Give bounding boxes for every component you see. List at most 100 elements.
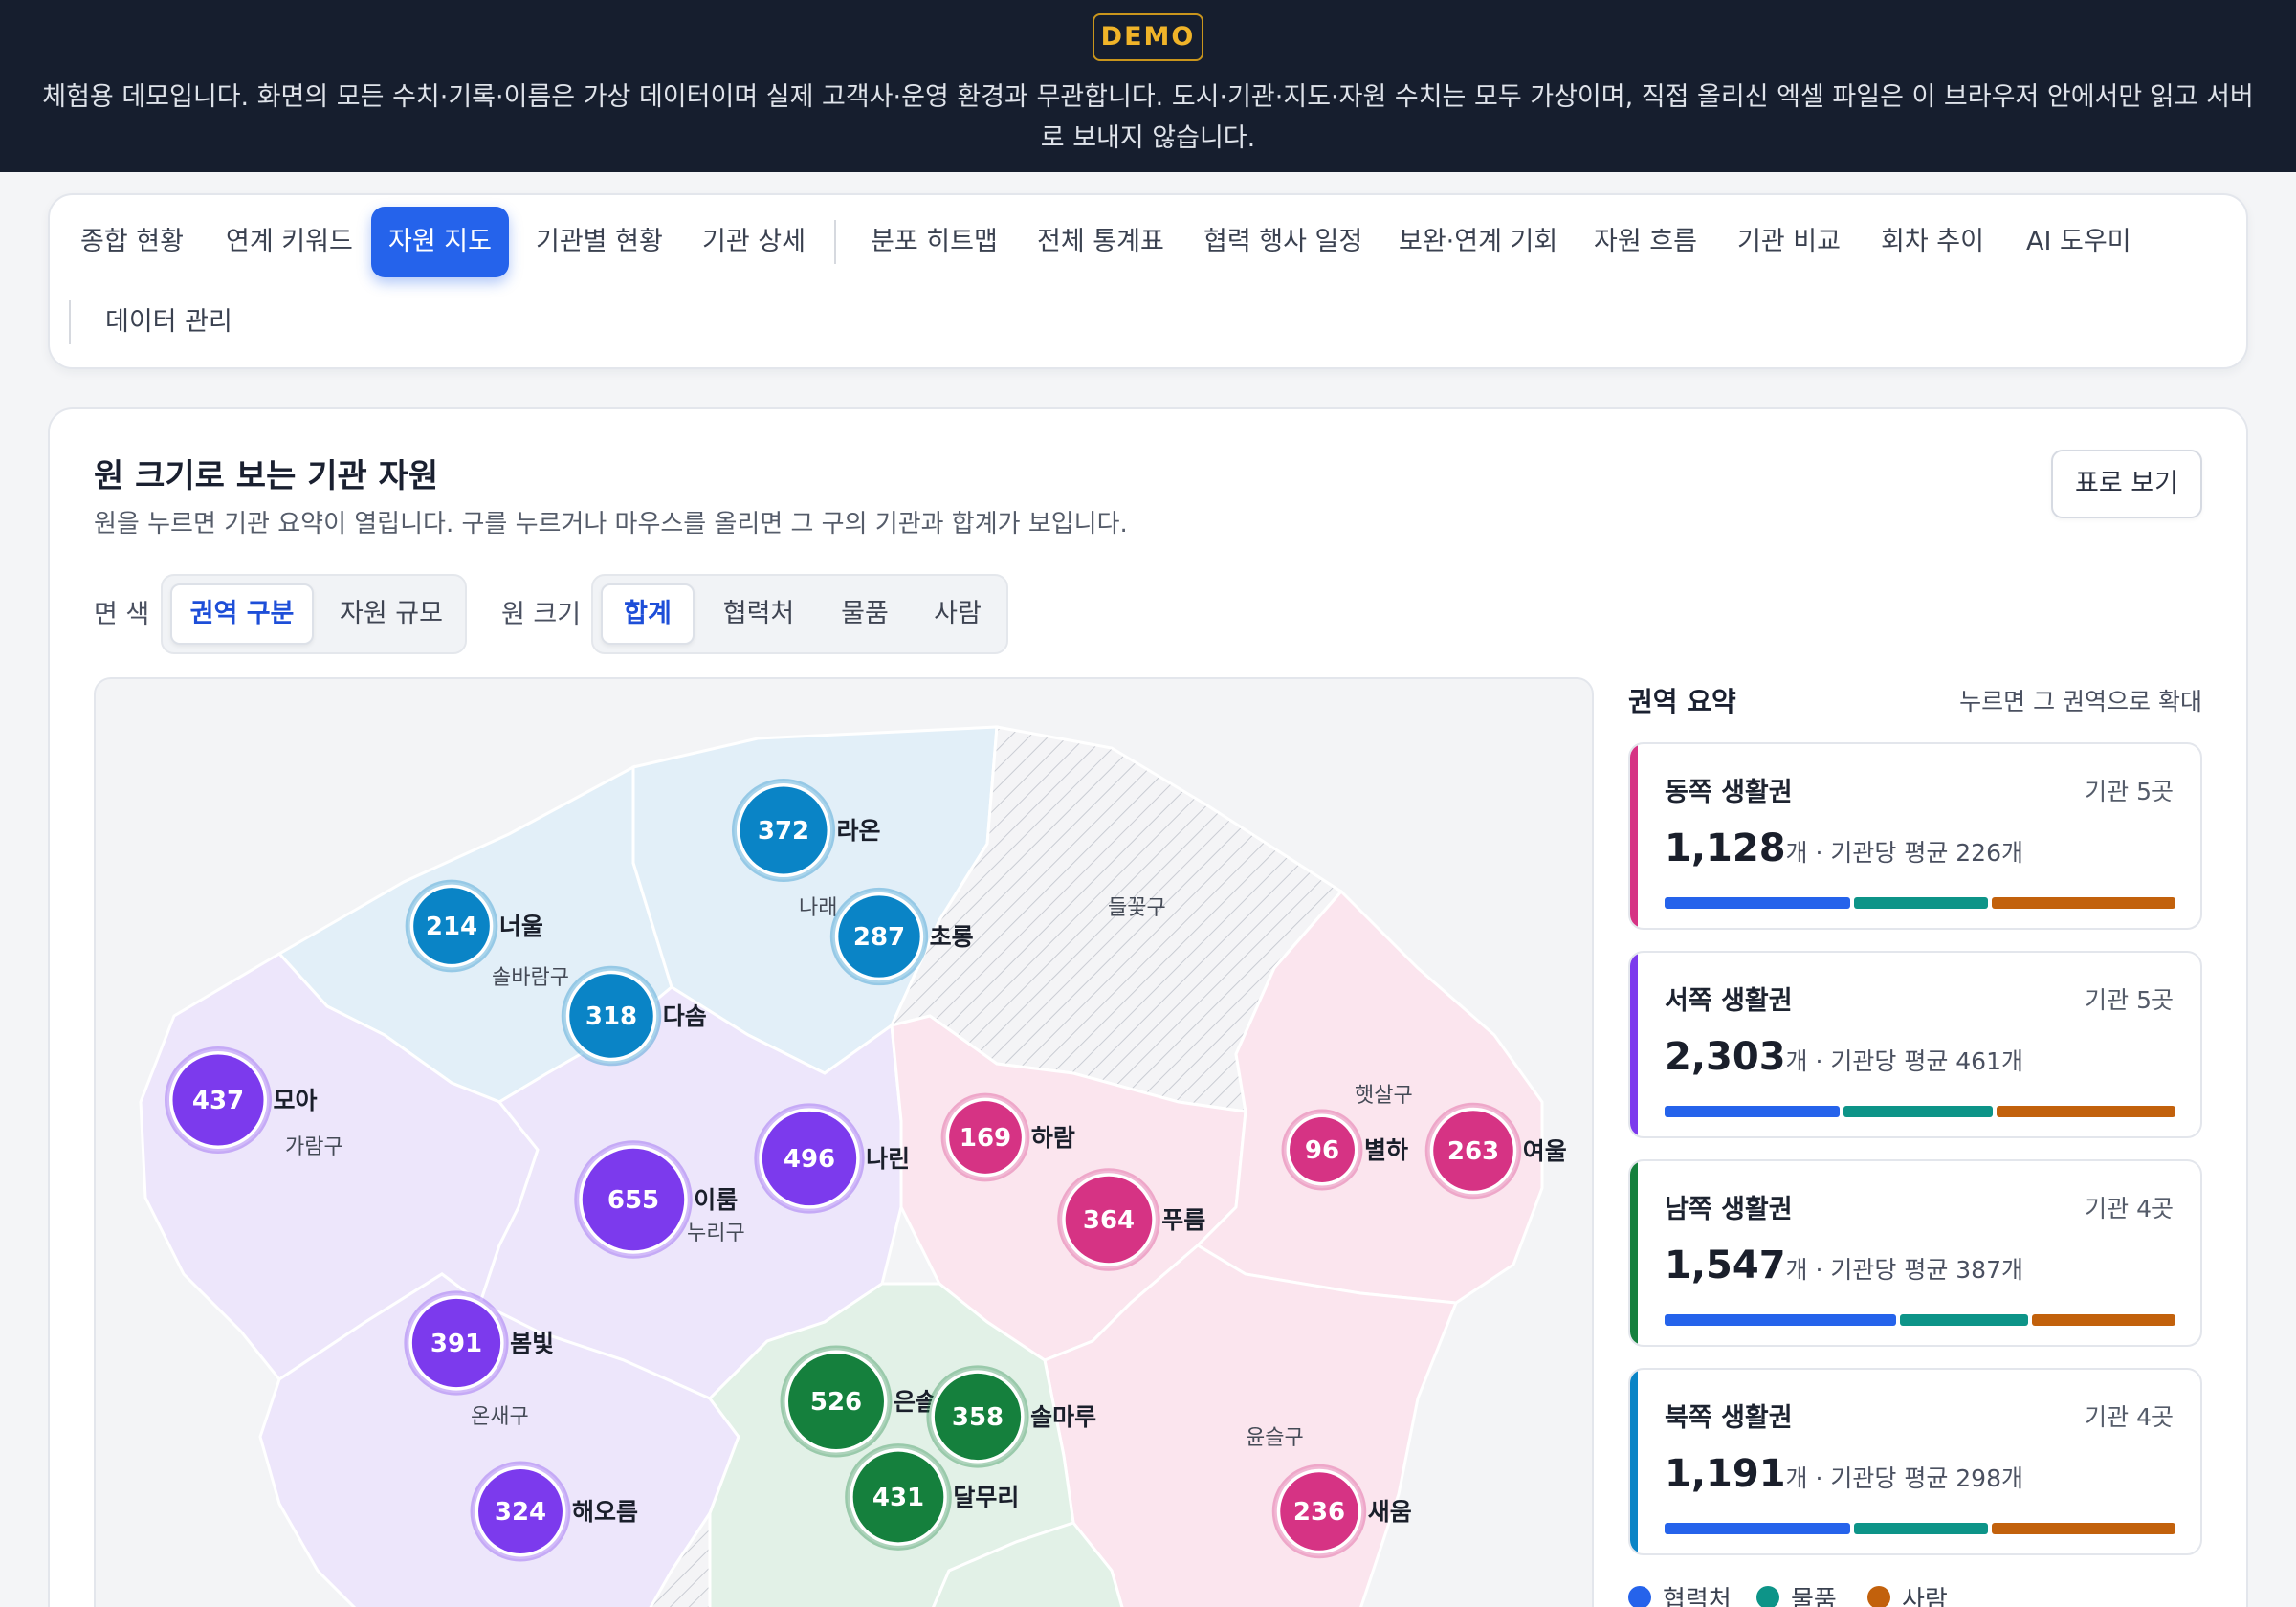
tab-stats-table[interactable]: 전체 통계표 [1037,207,1164,277]
bubble-value: 324 [495,1498,546,1527]
bubble-label: 이룸 [694,1186,738,1214]
fill-color-toggle: 권역 구분 자원 규모 [161,574,467,654]
region-accent [1630,1161,1638,1345]
region-institution-count: 기관 5곳 [2085,778,2174,805]
bar-segment [1899,1314,2029,1326]
institution-bubble[interactable]: 263 여울 [1424,1102,1567,1200]
region-resource-bar [1665,1523,2175,1534]
tab-round-trend[interactable]: 회차 추이 [1881,207,1984,277]
district-label: 솔바람구 [492,966,569,990]
demo-badge: DEMO [1093,13,1203,61]
bubble-label: 여울 [1523,1137,1567,1165]
region-card-west[interactable]: 서쪽 생활권 기관 5곳 2,303개 · 기관당 평균 461개 [1628,951,2202,1138]
bubble-value: 437 [192,1087,244,1115]
region-name: 서쪽 생활권 [1665,986,1793,1016]
bar-segment [1843,1106,1994,1117]
fill-option-scale[interactable]: 자원 규모 [321,583,461,645]
size-option-total[interactable]: 합계 [601,583,695,645]
page-subtitle: 원을 누르면 기관 요약이 열립니다. 구를 누르거나 마우스를 올리면 그 구… [94,510,1128,539]
district-label: 나래 [799,896,837,920]
district-label: 들꽃구 [1108,896,1166,920]
demo-banner: DEMO 체험용 데모입니다. 화면의 모든 수치·기록·이름은 가상 데이터이… [0,0,2296,172]
bar-segment [1997,1106,2175,1117]
district-label: 가람구 [285,1135,343,1159]
bubble-value: 236 [1293,1498,1345,1527]
region-card-south[interactable]: 남쪽 생활권 기관 4곳 1,547개 · 기관당 평균 387개 [1628,1159,2202,1347]
tab-resource-map[interactable]: 자원 지도 [371,207,509,277]
legend-swatch [1628,1586,1651,1607]
bubble-label: 달무리 [953,1484,1019,1511]
tab-opportunities[interactable]: 보완·연계 기회 [1399,207,1557,277]
bar-segment [1665,897,1850,909]
bubble-value: 526 [810,1388,862,1417]
bubble-value: 263 [1447,1137,1499,1166]
region-summary-hint: 누르면 그 권역으로 확대 [1959,688,2202,715]
region-accent [1630,953,1638,1136]
bubble-label: 초롱 [930,923,974,951]
tab-by-institution[interactable]: 기관별 현황 [536,207,663,277]
bubble-label: 다솜 [663,1002,707,1030]
region-summary-title: 권역 요약 [1628,686,1736,717]
bubble-label: 모아 [274,1087,318,1114]
region-card-north[interactable]: 북쪽 생활권 기관 4곳 1,191개 · 기관당 평균 298개 [1628,1368,2202,1555]
fill-option-region[interactable]: 권역 구분 [170,583,314,645]
bubble-label: 너울 [499,913,543,940]
tab-resource-flow[interactable]: 자원 흐름 [1594,207,1697,277]
bubble-value: 214 [426,913,477,941]
circle-size-label: 원 크기 [501,600,582,629]
tab-bar: 종합 현황 연계 키워드 자원 지도 기관별 현황 기관 상세 분포 히트맵 전… [48,193,2248,369]
bar-segment [1665,1106,1840,1117]
page-title: 원 크기로 보는 기관 자원 [94,457,439,495]
bar-segment [1853,897,1988,909]
bar-segment [1991,1523,2175,1534]
bar-segment [1665,1523,1850,1534]
bubble-label: 나린 [866,1145,910,1173]
legend-swatch [1867,1586,1890,1607]
bubble-value: 496 [784,1145,835,1174]
bubble-label: 별하 [1364,1136,1408,1164]
district-label: 누리구 [687,1222,745,1245]
region-resource-bar [1665,1106,2175,1117]
region-card-east[interactable]: 동쪽 생활권 기관 5곳 1,128개 · 기관당 평균 226개 [1628,742,2202,930]
tab-heatmap[interactable]: 분포 히트맵 [871,207,998,277]
view-as-table-button[interactable]: 표로 보기 [2051,450,2202,518]
tab-data-management[interactable]: 데이터 관리 [105,287,232,358]
tab-keywords[interactable]: 연계 키워드 [226,207,353,277]
region-name: 동쪽 생활권 [1665,778,1793,807]
bubble-label: 푸름 [1161,1206,1205,1234]
tab-overview[interactable]: 종합 현황 [80,207,184,277]
size-option-goods[interactable]: 물품 [819,583,911,645]
region-total: 1,128개 · 기관당 평균 226개 [1665,826,2023,870]
tab-institution-detail[interactable]: 기관 상세 [702,207,806,277]
region-accent [1630,1370,1638,1553]
bar-segment [2032,1314,2175,1326]
tab-compare[interactable]: 기관 비교 [1737,207,1841,277]
bubble-label: 하람 [1031,1124,1075,1152]
bar-segment [1991,897,2175,909]
region-total: 2,303개 · 기관당 평균 461개 [1665,1035,2023,1079]
region-institution-count: 기관 4곳 [2085,1195,2174,1222]
region-institution-count: 기관 5곳 [2085,986,2174,1014]
bubble-label: 새움 [1368,1498,1412,1526]
demo-notice-text: 체험용 데모입니다. 화면의 모든 수치·기록·이름은 가상 데이터이며 실제 … [42,82,2254,153]
region-total: 1,547개 · 기관당 평균 387개 [1665,1244,2023,1288]
bar-segment [1853,1523,1988,1534]
bubble-label: 솔마루 [1030,1403,1096,1431]
bubble-value: 318 [585,1002,637,1031]
tab-divider [69,300,71,344]
map-canvas: 들꽃구 솔바람구 나래 가람구 누리구 햇살구 온새구 윤슬구 372 라온 214… [139,725,1567,1607]
bubble-value: 391 [430,1330,482,1358]
tab-divider [834,220,836,264]
bar-segment [1665,1314,1896,1326]
region-total: 1,191개 · 기관당 평균 298개 [1665,1452,2023,1496]
region-name: 남쪽 생활권 [1665,1195,1793,1224]
bubble-value: 169 [960,1124,1011,1153]
region-resource-bar [1665,897,2175,909]
region-institution-count: 기관 4곳 [2085,1403,2174,1431]
circle-size-toggle: 합계 협력처 물품 사람 [591,574,1008,654]
size-option-partners[interactable]: 협력처 [702,583,815,645]
size-option-people[interactable]: 사람 [913,583,1003,645]
tab-events[interactable]: 협력 행사 일정 [1203,207,1362,277]
tab-ai-assistant[interactable]: AI 도우미 [2026,207,2131,277]
district-label: 햇살구 [1355,1084,1413,1108]
